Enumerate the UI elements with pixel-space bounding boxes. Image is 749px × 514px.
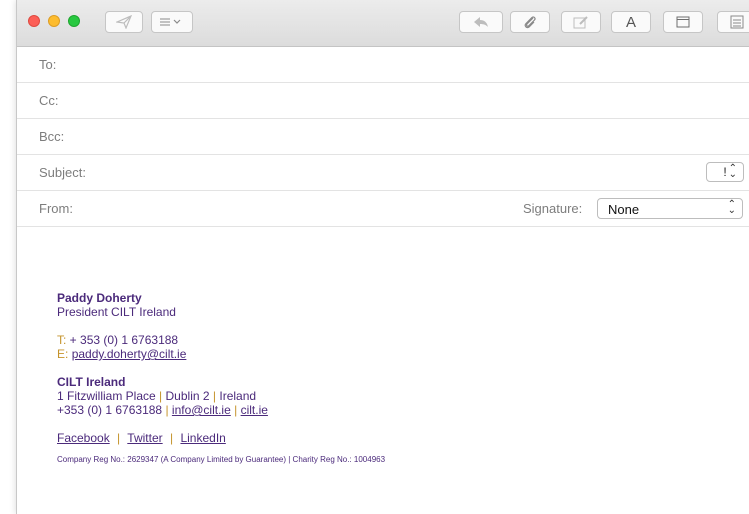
signature-email-link[interactable]: paddy.doherty@cilt.ie [72,347,187,361]
signature-label: Signature: [523,201,583,216]
email-prefix: E: [57,347,69,361]
signature-org: CILT Ireland [57,375,126,389]
email-signature: Paddy Doherty President CILT Ireland T: … [57,291,385,465]
signature-email-line: E: paddy.doherty@cilt.ie [57,347,385,361]
address-line-1: 1 Fitzwilliam Place [57,389,156,403]
to-label: To: [39,57,57,72]
message-body[interactable]: Paddy Doherty President CILT Ireland T: … [17,228,749,514]
signature-select[interactable]: None ⌃ ⌄ [597,198,743,219]
browser-window-icon [676,16,690,28]
legal-notice: Company Reg No.: 2629347 (A Company Limi… [57,455,386,464]
separator: | [212,389,217,403]
chevron-updown-icon: ⌃ ⌄ [727,199,736,216]
bcc-label: Bcc: [39,129,65,144]
subject-label: Subject: [39,165,86,180]
to-field[interactable]: To: [17,47,749,83]
markup-button[interactable] [561,11,601,33]
cc-field[interactable]: Cc: [17,83,749,119]
phone-prefix: T: [57,333,67,347]
separator: | [165,403,169,417]
format-icon: A [625,13,636,31]
address-line-3: Ireland [219,389,257,403]
signature-name: Paddy Doherty [57,291,142,305]
signature-title: President CILT Ireland [57,305,176,319]
from-label: From: [39,201,73,216]
separator: | [159,389,163,403]
org-website-link[interactable]: cilt.ie [241,403,268,417]
zoom-window-button[interactable] [68,15,80,27]
send-button[interactable] [105,11,143,33]
from-field[interactable]: From: Signature: None ⌃ ⌄ [17,191,749,227]
header-fields-button[interactable] [151,11,193,33]
signature-address: 1 Fitzwilliam Place | Dublin 2 | Ireland [57,389,385,403]
facebook-link[interactable]: Facebook [57,431,110,445]
signature-phone: + 353 (0) 1 6763188 [66,333,179,347]
org-phone: +353 (0) 1 6763188 [57,403,163,417]
reply-icon [474,17,488,27]
browser-window-button[interactable] [663,11,703,33]
separator: | [234,403,238,417]
org-email-link[interactable]: info@cilt.ie [172,403,231,417]
close-window-button[interactable] [28,15,40,27]
signature-phone-line: T: + 353 (0) 1 6763188 [57,333,385,347]
minimize-window-button[interactable] [48,15,60,27]
cc-label: Cc: [39,93,59,108]
attachment-icon [524,16,536,29]
address-line-2: Dublin 2 [165,389,210,403]
separator: | [117,431,121,445]
subject-field[interactable]: Subject: ! ⌃ ⌄ [17,155,749,191]
attachment-button[interactable] [510,11,550,33]
format-button[interactable]: A [611,11,651,33]
photo-browser-button[interactable] [717,11,749,33]
priority-select[interactable]: ! ⌃ ⌄ [706,162,744,182]
markup-icon [573,16,588,29]
bcc-field[interactable]: Bcc: [17,119,749,155]
signature-social-links: Facebook | Twitter | LinkedIn [57,431,385,445]
header-fields-menu-icon [160,18,181,26]
send-icon [116,15,132,29]
toolbar: A [17,0,749,47]
compose-window: A To: Cc: Bcc: Subject: ! ⌃ ⌄ From: Sign… [16,0,749,514]
signature-contact: +353 (0) 1 6763188 | info@cilt.ie | cilt… [57,403,385,417]
photo-browser-icon [730,15,744,29]
signature-value: None [608,202,640,217]
separator: | [169,431,174,445]
message-header-fields: To: Cc: Bcc: Subject: ! ⌃ ⌄ From: Signatu… [17,47,749,227]
priority-value: ! [723,165,727,179]
linkedin-link[interactable]: LinkedIn [180,431,225,445]
chevron-updown-icon: ⌃ ⌄ [728,163,737,180]
reply-button[interactable] [459,11,503,33]
twitter-link[interactable]: Twitter [127,431,162,445]
